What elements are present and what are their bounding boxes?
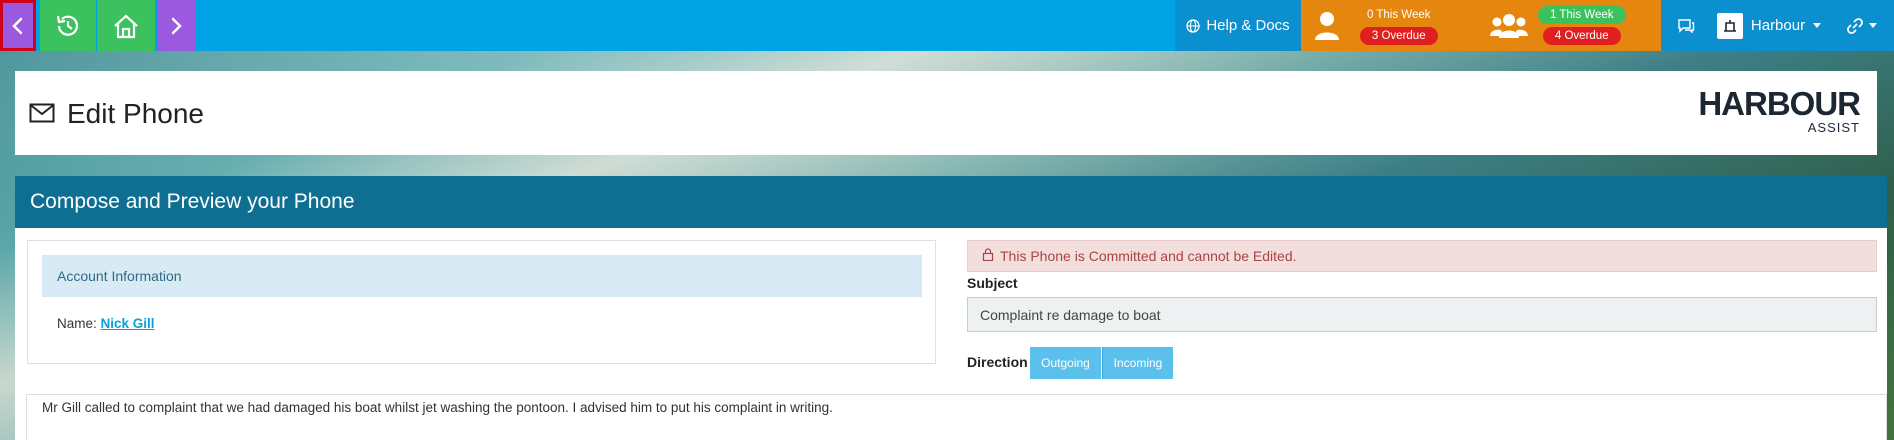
link-icon xyxy=(1845,16,1865,36)
forward-button[interactable] xyxy=(157,0,195,51)
account-name-row: Name: Nick Gill xyxy=(57,316,155,331)
message-body[interactable]: Mr Gill called to complaint that we had … xyxy=(26,394,1887,440)
brand-name: HARBOUR xyxy=(1698,85,1861,122)
lock-icon xyxy=(982,248,994,264)
my-tasks-button[interactable]: 0 This Week 3 Overdue xyxy=(1301,0,1478,51)
page-header: Edit Phone HARBOUR ASSIST xyxy=(15,71,1877,155)
history-button[interactable] xyxy=(40,0,96,51)
page-title-text: Edit Phone xyxy=(67,98,204,129)
help-docs-button[interactable]: Help & Docs xyxy=(1175,0,1301,51)
top-navigation-bar: Help & Docs 0 This Week 3 Overdue 1 This… xyxy=(0,0,1894,51)
brand-logo: HARBOUR ASSIST xyxy=(1698,85,1861,135)
chevron-left-icon xyxy=(11,17,25,35)
caret-down-icon xyxy=(1869,23,1877,28)
chat-icon xyxy=(1677,18,1695,34)
account-information-heading: Account Information xyxy=(42,255,922,297)
direction-outgoing-button[interactable]: Outgoing xyxy=(1030,347,1101,379)
back-button[interactable] xyxy=(0,0,36,51)
globe-icon xyxy=(1186,18,1200,33)
messages-button[interactable] xyxy=(1661,0,1710,51)
team-overdue-badge: 4 Overdue xyxy=(1542,27,1621,45)
links-menu[interactable] xyxy=(1828,0,1894,51)
home-button[interactable] xyxy=(97,0,155,51)
account-name-link[interactable]: Nick Gill xyxy=(101,316,155,331)
chevron-right-icon xyxy=(169,17,183,35)
team-tasks-counts: 1 This Week 4 Overdue xyxy=(1538,6,1626,45)
my-tasks-counts: 0 This Week 3 Overdue xyxy=(1355,6,1443,45)
organisation-name: Harbour xyxy=(1750,17,1806,34)
organisation-menu[interactable]: Harbour xyxy=(1710,0,1828,51)
direction-incoming-button[interactable]: Incoming xyxy=(1102,347,1173,379)
history-icon xyxy=(54,12,82,40)
home-icon xyxy=(112,13,140,39)
harbour-logo-icon xyxy=(1716,12,1743,39)
my-overdue-badge: 3 Overdue xyxy=(1359,27,1438,45)
users-icon xyxy=(1490,13,1528,39)
subject-label: Subject xyxy=(967,275,1018,291)
compose-panel-heading: Compose and Preview your Phone xyxy=(15,176,1887,228)
compose-panel-body: Account Information Name: Nick Gill This… xyxy=(15,228,1887,440)
subject-input[interactable] xyxy=(967,297,1877,332)
account-information-panel: Account Information Name: Nick Gill xyxy=(27,240,936,364)
direction-label: Direction xyxy=(967,354,1028,370)
page-title: Edit Phone xyxy=(29,98,204,130)
user-icon xyxy=(1313,11,1341,41)
envelope-icon xyxy=(29,98,55,130)
team-this-week-badge: 1 This Week xyxy=(1538,6,1626,24)
my-this-week: 0 This Week xyxy=(1367,9,1431,21)
account-name-label: Name: xyxy=(57,316,97,331)
alert-text: This Phone is Committed and cannot be Ed… xyxy=(1000,248,1297,264)
team-tasks-button[interactable]: 1 This Week 4 Overdue xyxy=(1478,0,1661,51)
help-docs-label: Help & Docs xyxy=(1206,17,1290,34)
caret-down-icon xyxy=(1813,23,1822,28)
committed-alert: This Phone is Committed and cannot be Ed… xyxy=(967,240,1877,272)
brand-subtitle: ASSIST xyxy=(1807,120,1860,135)
